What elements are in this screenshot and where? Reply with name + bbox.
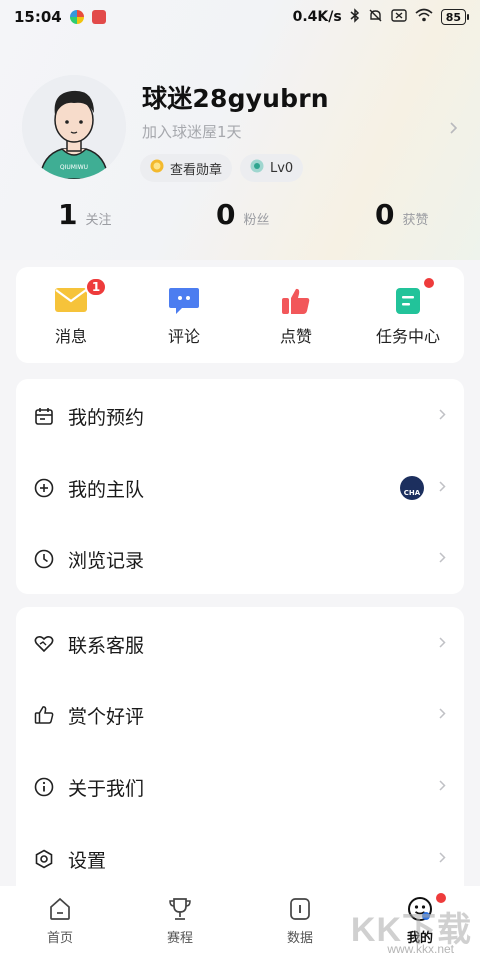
menu-card-secondary: 联系客服 赏个好评 关于我们 设置 [16, 607, 464, 897]
profile-header[interactable]: QIUMIWU 球迷28gyubrn 加入球迷屋1天 查看勋章 Lv0 [22, 75, 462, 185]
bluetooth-icon [350, 7, 360, 27]
avatar-illustration: QIUMIWU [22, 75, 126, 179]
status-time: 15:04 [14, 8, 62, 26]
menu-item-about[interactable]: 关于我们 [16, 751, 464, 823]
level-badge[interactable]: Lv0 [240, 154, 304, 182]
heart-handshake-icon [34, 634, 54, 654]
menu-item-settings[interactable]: 设置 [16, 823, 464, 895]
quick-action-comments[interactable]: 评论 [139, 287, 229, 347]
watermark-url: www.kkx.net [387, 942, 454, 956]
clock-icon [34, 549, 54, 569]
quick-action-task-center[interactable]: 任务中心 [363, 278, 453, 347]
tab-schedule[interactable]: 赛程 [140, 896, 220, 946]
message-count-badge: 1 [85, 277, 107, 297]
stats-row: 1 关注 0 粉丝 0 获赞 [0, 198, 480, 248]
sim-off-icon [390, 8, 407, 26]
stat-likes[interactable]: 0 获赞 [375, 198, 429, 231]
menu-item-home-team[interactable]: 我的主队 CHA [16, 452, 464, 524]
chevron-right-icon [439, 551, 446, 567]
envelope-icon: 1 [55, 277, 107, 315]
menu-item-label: 浏览记录 [68, 549, 145, 572]
tab-label: 首页 [46, 931, 73, 946]
tab-label: 赛程 [166, 931, 193, 946]
team-logo-text: CHA [403, 489, 421, 497]
task-icon [392, 278, 434, 315]
mute-icon [368, 8, 383, 27]
menu-item-customer-service[interactable]: 联系客服 [16, 608, 464, 680]
quick-action-label: 任务中心 [375, 327, 440, 346]
stat-fans[interactable]: 0 粉丝 [216, 198, 270, 231]
status-bar: 15:04 0.4K/s 85 [0, 0, 480, 34]
avatar[interactable]: QIUMIWU [22, 75, 126, 179]
plus-circle-icon [34, 478, 54, 498]
quick-action-likes[interactable]: 点赞 [251, 287, 341, 347]
app-notification-icon [69, 10, 84, 24]
data-icon [287, 896, 313, 922]
info-icon [34, 777, 54, 797]
fans-count: 0 [216, 198, 236, 231]
calendar-icon [34, 406, 54, 426]
comment-icon [168, 287, 200, 315]
trophy-icon [167, 896, 193, 922]
level-label: Lv0 [270, 160, 294, 176]
likes-label: 获赞 [402, 213, 429, 228]
chevron-right-icon [439, 707, 446, 723]
menu-item-reservations[interactable]: 我的预约 [16, 380, 464, 452]
menu-item-history[interactable]: 浏览记录 [16, 523, 464, 595]
home-icon [47, 896, 73, 922]
task-notification-dot [424, 278, 434, 288]
fans-label: 粉丝 [243, 213, 270, 228]
menu-item-label: 设置 [68, 849, 107, 872]
chevron-right-icon [439, 636, 446, 652]
wifi-icon [415, 8, 433, 26]
view-medals-button[interactable]: 查看勋章 [140, 154, 233, 182]
tab-label: 数据 [286, 931, 313, 946]
menu-item-label: 联系客服 [68, 634, 145, 657]
chevron-right-icon[interactable] [450, 119, 458, 138]
menu-item-label: 我的主队 [68, 478, 145, 501]
quick-actions-card: 1 消息 评论 点赞 任务中心 [16, 267, 464, 363]
following-label: 关注 [85, 213, 112, 228]
view-medals-label: 查看勋章 [170, 162, 223, 178]
stat-following[interactable]: 1 关注 [58, 198, 112, 231]
join-duration: 加入球迷屋1天 [142, 123, 242, 141]
network-speed: 0.4K/s [292, 9, 342, 25]
thumbs-up-icon [280, 287, 312, 315]
chevron-right-icon [439, 779, 446, 795]
level-icon [250, 159, 264, 177]
svg-text:QIUMIWU: QIUMIWU [60, 164, 88, 171]
following-count: 1 [58, 198, 78, 231]
menu-item-rate-app[interactable]: 赏个好评 [16, 679, 464, 751]
quick-action-label: 消息 [54, 327, 87, 346]
likes-count: 0 [375, 198, 395, 231]
quick-action-messages[interactable]: 1 消息 [26, 277, 116, 347]
settings-icon [34, 849, 54, 869]
news-app-notification-icon [91, 10, 106, 24]
bottom-tab-bar: 首页 赛程 数据 我的 KK下载 www.kkx.net [0, 886, 480, 960]
menu-card-primary: 我的预约 我的主队 CHA 浏览记录 [16, 379, 464, 594]
username: 球迷28gyubrn [142, 84, 329, 113]
menu-item-label: 我的预约 [68, 406, 145, 429]
tab-data[interactable]: 数据 [260, 896, 340, 946]
chevron-right-icon [439, 408, 446, 424]
thumbs-up-outline-icon [34, 705, 54, 725]
tab-home[interactable]: 首页 [20, 896, 100, 946]
battery-level: 85 [445, 10, 461, 24]
chevron-right-icon [439, 480, 446, 496]
battery-indicator: 85 [440, 9, 470, 25]
menu-item-label: 关于我们 [68, 777, 145, 800]
quick-action-label: 点赞 [279, 327, 312, 346]
menu-item-label: 赏个好评 [68, 705, 145, 728]
medal-icon [150, 159, 164, 177]
chevron-right-icon [439, 851, 446, 867]
quick-action-label: 评论 [167, 327, 200, 346]
team-logo: CHA [400, 476, 424, 500]
